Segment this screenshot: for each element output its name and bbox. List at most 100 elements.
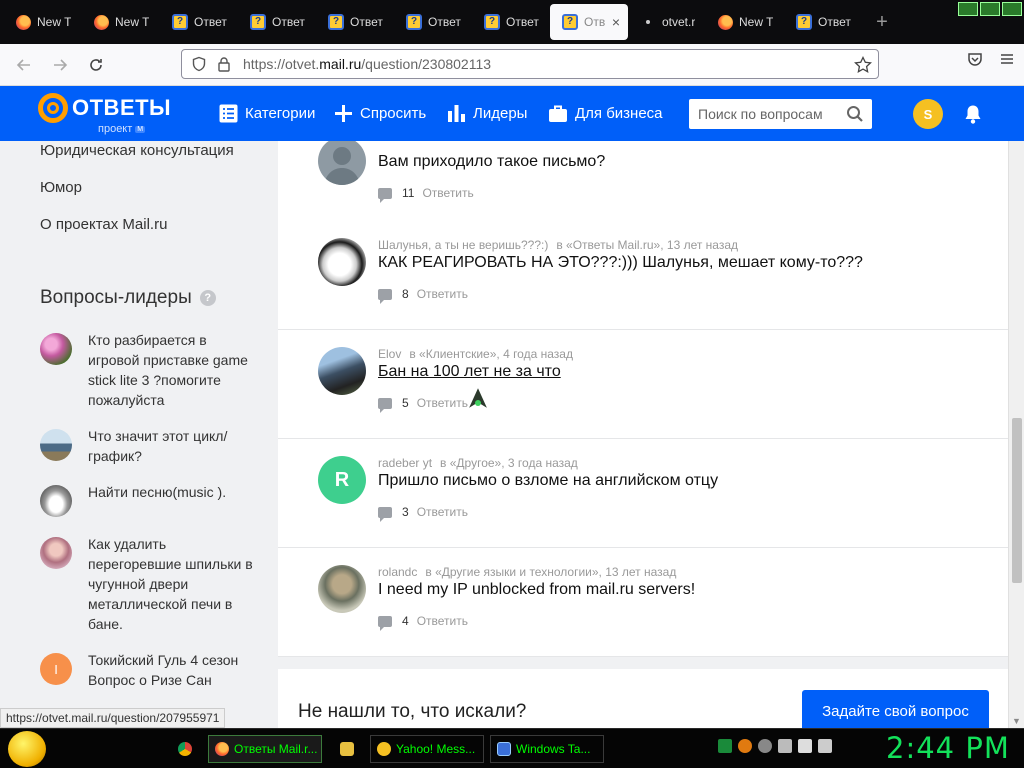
category-link[interactable]: в «Другое», [440,456,505,470]
ask-question-button[interactable]: Задайте свой вопрос [802,690,989,728]
forward-button[interactable] [42,47,78,83]
browser-tab[interactable]: ? Ответ [394,4,472,40]
otvety-icon: ? [328,14,344,30]
taskbar-item-label: Yahoo! Mess... [396,742,476,756]
browser-tab[interactable]: ? Ответ [316,4,394,40]
new-tab-button[interactable]: + [870,11,894,34]
close-window-button[interactable] [1002,2,1022,16]
question-card[interactable]: R radeber yt в «Другое», 3 года назад При… [278,439,1008,548]
author-name[interactable]: rolandc [378,565,417,579]
author-name[interactable]: radeber yt [378,456,432,470]
scroll-down-arrow-icon[interactable]: ▼ [1012,716,1021,726]
browser-tab[interactable]: ? Отв × [550,4,628,40]
browser-tab[interactable]: New T [706,4,784,40]
sidebar-link-humor[interactable]: Юмор [40,179,82,196]
taskbar-yahoo-messenger[interactable]: Yahoo! Mess... [370,735,484,763]
minimize-button[interactable] [958,2,978,16]
question-title[interactable]: Пришло письмо о взломе на английском отц… [378,472,718,490]
start-button[interactable] [8,731,46,767]
taskbar-firefox[interactable]: Ответы Mail.r... [208,735,322,763]
bookmark-star-icon[interactable] [854,56,872,74]
question-card[interactable]: Шалунья, а ты не веришь???:) в «Ответы Ma… [278,221,1008,330]
question-meta: Шалунья, а ты не веришь???:) в «Ответы Ma… [378,238,738,252]
reply-link[interactable]: Ответить [417,505,468,519]
time-ago: 13 лет назад [666,238,739,252]
os-taskbar: Ответы Mail.r... Yahoo! Mess... Windows … [0,728,1024,768]
sidebar-link-legal[interactable]: Юридическая консультация [40,142,234,159]
otvety-logo[interactable]: ОТВЕТЫ проект М [38,93,171,135]
question-thumbnail [40,429,72,461]
browser-tab[interactable]: ? Ответ [238,4,316,40]
close-tab-icon[interactable]: × [612,14,620,30]
clock-tray-icon[interactable] [758,739,772,753]
nav-ask-label: Спросить [360,105,427,122]
question-title[interactable]: Бан на 100 лет не за что [378,363,561,381]
user-avatar[interactable]: S [913,99,943,129]
question-card[interactable]: Вам приходило такое письмо? 11 Ответить [278,141,1008,229]
not-found-panel: Не нашли то, что искали? Задайте свой во… [278,669,1008,728]
nav-categories[interactable]: Категории [219,86,315,141]
reply-link[interactable]: Ответить [422,186,473,200]
pocket-icon[interactable] [966,50,984,68]
scrollbar-thumb[interactable] [1012,418,1022,583]
search-input[interactable]: Поиск по вопросам [689,99,872,129]
time-ago: 3 года назад [507,456,578,470]
question-meta: rolandc в «Другие языки и технологии», 13… [378,565,676,579]
question-card[interactable]: Elov в «Клиентские», 4 года назад Бан на … [278,330,1008,439]
help-icon[interactable]: ? [199,290,216,306]
question-title[interactable]: Вам приходило такое письмо? [378,153,605,171]
sidebar-link-projects[interactable]: О проектах Mail.ru [40,216,167,233]
browser-tab-bar: New T New T? Ответ? Ответ? Ответ? Ответ? Ответ… [0,0,1024,44]
network-off-icon[interactable] [778,739,792,753]
category-link[interactable]: в «Клиентские», [409,347,499,361]
search-icon[interactable] [846,105,864,123]
reply-link[interactable]: Ответить [417,287,468,301]
safely-remove-icon[interactable] [798,739,812,753]
browser-tab[interactable]: ? Ответ [160,4,238,40]
search-tray-icon[interactable] [738,739,752,753]
browser-tab[interactable]: New T [82,4,160,40]
tab-title: Ответ [428,15,461,29]
browser-tab[interactable]: New T [4,4,82,40]
category-link[interactable]: в «Другие языки и технологии», [425,565,602,579]
taskbar-chrome[interactable] [172,735,200,763]
taskbar-folder[interactable] [334,735,362,763]
nav-leaders[interactable]: Лидеры [447,86,527,141]
author-name[interactable]: Шалунья, а ты не веришь???:) [378,238,548,252]
question-title[interactable]: I need my IP unblocked from mail.ru serv… [378,581,695,599]
reply-link[interactable]: Ответить [417,396,468,410]
back-button[interactable] [6,47,42,83]
reply-link[interactable]: Ответить [417,614,468,628]
firefox-icon [94,14,109,30]
reload-button[interactable] [78,47,114,83]
shield-icon[interactable] [191,56,207,72]
browser-tab[interactable]: ? Ответ [784,4,862,40]
user-avatar [318,347,366,395]
plus-icon [335,105,352,122]
lock-icon[interactable] [217,56,231,72]
leader-question-text: Токийский Гуль 4 сезон Вопрос о Ризе Сан [88,652,239,688]
comment-icon [378,187,392,203]
author-name[interactable]: Elov [378,347,401,361]
folder-icon [340,742,354,756]
network-monitor-icon[interactable] [718,739,732,753]
nav-ask[interactable]: Спросить [334,86,426,141]
firefox-icon [718,14,733,30]
question-card[interactable]: rolandc в «Другие языки и технологии», 13… [278,548,1008,657]
browser-tab[interactable]: ? Ответ [472,4,550,40]
maximize-button[interactable] [980,2,1000,16]
user-avatar-default [318,141,366,185]
page-scrollbar[interactable]: ▼ [1008,141,1024,728]
category-link[interactable]: в «Ответы Mail.ru», [556,238,663,252]
browser-tab[interactable]: otvet.r [628,4,706,40]
nav-business[interactable]: Для бизнеса [548,86,663,141]
bell-icon[interactable] [963,104,983,125]
question-title[interactable]: КАК РЕАГИРОВАТЬ НА ЭТО???:))) Шалунья, м… [378,254,863,272]
volume-icon[interactable] [818,739,832,753]
address-bar[interactable]: https://otvet.mail.ru/question/230802113 [181,49,879,79]
question-thumbnail [40,333,72,365]
menu-icon[interactable] [998,50,1016,68]
comment-icon [378,615,392,631]
taskbar-task-manager[interactable]: Windows Ta... [490,735,604,763]
taskbar-clock[interactable]: 2:44 PM [886,731,1010,765]
